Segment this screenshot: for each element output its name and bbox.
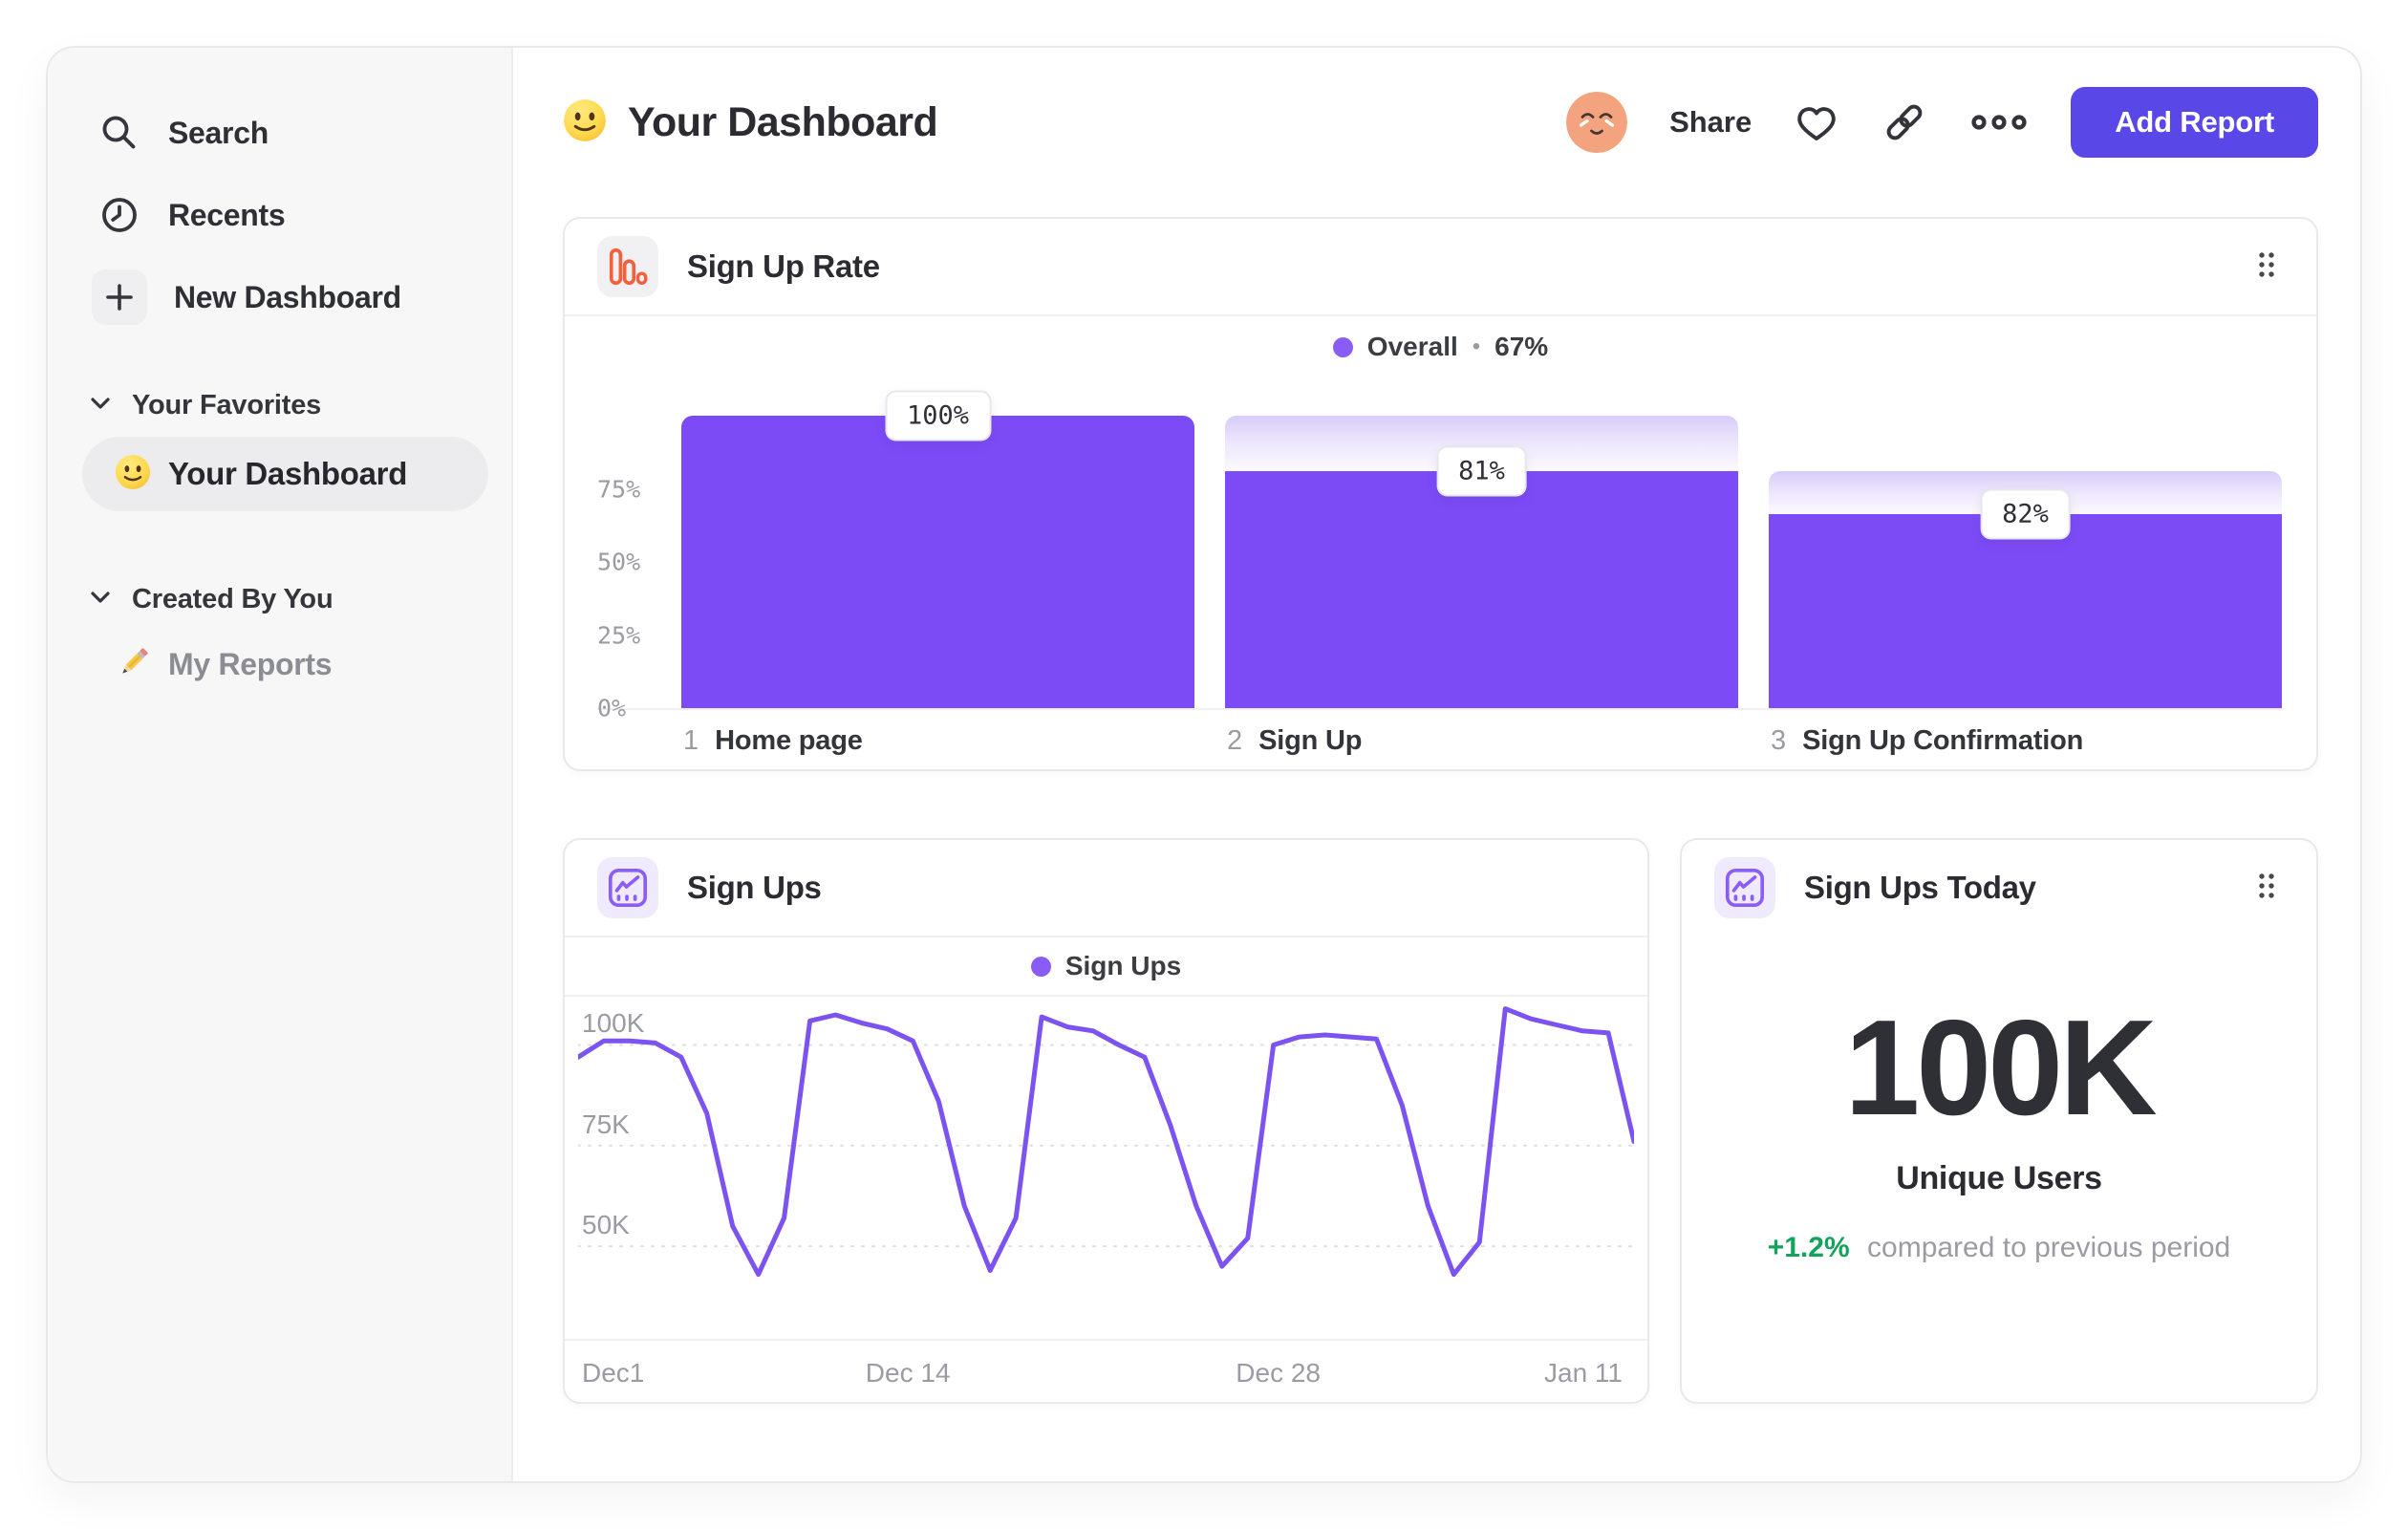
card-title: Sign Up Rate	[687, 248, 880, 284]
legend-dot-icon	[1030, 956, 1051, 977]
card-title: Sign Ups	[687, 870, 822, 905]
delta-percent: +1.2%	[1767, 1232, 1850, 1264]
app-window: Search Recents New Dashboard Your Favori…	[46, 46, 2362, 1483]
step-name: Sign Up	[1258, 725, 1363, 756]
main-content: Your Dashboard Share Add Report Sign Up …	[513, 48, 2360, 1481]
delta-note: compared to previous period	[1867, 1232, 2231, 1264]
page-title: Your Dashboard	[628, 98, 938, 145]
step-name: Sign Up Confirmation	[1802, 725, 2084, 756]
sidebar-section-your-favorites[interactable]: Your Favorites	[90, 390, 488, 421]
step-number: 3	[1771, 725, 1787, 756]
section-title: Created By You	[132, 584, 333, 614]
funnel-step-label: 2 Sign Up	[1227, 725, 1362, 757]
legend-separator: •	[1472, 334, 1481, 359]
x-axis-tick: Dec1	[582, 1358, 645, 1388]
sidebar-item-label: My Reports	[168, 646, 333, 681]
value-tooltip: 82%	[1980, 488, 2071, 540]
funnel-legend[interactable]: Overall • 67%	[565, 316, 2316, 377]
step-name: Home page	[715, 725, 863, 756]
sidebar-item-label: Your Dashboard	[168, 456, 408, 491]
y-axis-tick: 50%	[597, 548, 641, 576]
funnel-bar-fill	[1225, 471, 1738, 708]
sign-ups-today-card: Sign Ups Today 100K Unique Users +1.2% c…	[1680, 838, 2318, 1404]
y-axis-tick: 100K	[582, 1008, 645, 1039]
x-axis: Dec1 Dec 14 Dec 28 Jan 11	[565, 1339, 1647, 1402]
smiley-emoji-icon	[563, 98, 607, 147]
line-legend[interactable]: Sign Ups	[565, 937, 1647, 997]
line-chart-icon	[1714, 857, 1775, 918]
step-number: 1	[683, 725, 699, 756]
sidebar-item-label: New Dashboard	[174, 279, 401, 314]
search-icon	[97, 111, 141, 155]
sidebar: Search Recents New Dashboard Your Favori…	[48, 48, 513, 1481]
sidebar-item-label: Recents	[168, 197, 286, 232]
line-chart-icon	[597, 857, 658, 918]
heart-icon[interactable]	[1794, 101, 1839, 143]
page-header: Your Dashboard Share Add Report	[563, 82, 2318, 162]
pencil-emoji-icon	[115, 643, 153, 686]
step-number: 2	[1227, 725, 1243, 756]
funnel-plot: 75% 50% 25% 0% 100% 1 Home page 81% 2 Si…	[597, 390, 2284, 756]
sidebar-section-created-by-you[interactable]: Created By You	[90, 584, 488, 615]
ellipsis-icon[interactable]	[1969, 113, 2029, 132]
y-axis-tick: 0%	[597, 694, 627, 722]
metric-label: Unique Users	[1896, 1160, 2102, 1197]
line-chart-svg	[578, 997, 1634, 1339]
sidebar-item-my-reports[interactable]: My Reports	[76, 631, 488, 698]
bar-chart-icon	[597, 236, 658, 297]
sidebar-item-label: Search	[168, 115, 269, 150]
metric-value: 100K	[1844, 992, 2157, 1144]
sidebar-item-your-dashboard[interactable]: Your Dashboard	[82, 437, 488, 511]
y-axis-tick: 75K	[582, 1109, 630, 1139]
card-title: Sign Ups Today	[1804, 870, 2036, 905]
sign-ups-card: Sign Ups Sign Ups 100K 75K 50K Dec1 Dec …	[563, 838, 1649, 1404]
smiley-emoji-icon	[115, 454, 151, 495]
funnel-bar-fill	[1769, 513, 2282, 708]
x-axis-tick: Dec 28	[1236, 1358, 1321, 1388]
avatar[interactable]	[1566, 92, 1628, 153]
drag-handle-icon[interactable]	[2249, 864, 2284, 913]
x-axis-tick: Dec 14	[865, 1358, 951, 1388]
metric-delta: +1.2% compared to previous period	[1682, 1232, 2316, 1264]
funnel-bar-sign-up[interactable]: 81% 2 Sign Up	[1225, 416, 1738, 756]
value-tooltip: 81%	[1436, 445, 1527, 497]
sign-up-rate-card: Sign Up Rate Overall • 67% 75% 50% 25% 0…	[563, 217, 2318, 771]
funnel-bar-fill	[681, 416, 1194, 708]
legend-series-name: Sign Ups	[1064, 951, 1182, 980]
x-axis-tick: Jan 11	[1544, 1358, 1623, 1388]
link-icon[interactable]	[1881, 99, 1927, 145]
funnel-bar-home-page[interactable]: 100% 1 Home page	[681, 390, 1194, 756]
y-axis-tick: 50K	[582, 1209, 630, 1239]
add-report-button[interactable]: Add Report	[2071, 87, 2318, 158]
y-axis-tick: 75%	[597, 475, 641, 503]
funnel-step-label: 3 Sign Up Confirmation	[1771, 725, 2083, 757]
sidebar-item-new-dashboard[interactable]: New Dashboard	[76, 266, 488, 329]
y-axis-tick: 25%	[597, 621, 641, 649]
sidebar-item-search[interactable]: Search	[76, 101, 488, 164]
line-plot: 100K 75K 50K	[578, 997, 1634, 1339]
section-title: Your Favorites	[132, 390, 322, 420]
drag-handle-icon[interactable]	[2249, 243, 2284, 291]
sidebar-item-recents[interactable]: Recents	[76, 183, 488, 247]
legend-series-name: Overall	[1366, 332, 1458, 361]
legend-overall-value: 67%	[1494, 332, 1549, 361]
funnel-step-label: 1 Home page	[683, 725, 863, 757]
share-button[interactable]: Share	[1669, 105, 1752, 140]
clock-icon	[97, 193, 141, 237]
value-tooltip: 100%	[884, 390, 992, 441]
funnel-bar-sign-up-confirmation[interactable]: 82% 3 Sign Up Confirmation	[1769, 416, 2282, 756]
plus-icon	[92, 269, 147, 325]
chevron-down-icon	[90, 396, 111, 416]
chevron-down-icon	[90, 590, 111, 610]
legend-dot-icon	[1332, 336, 1353, 357]
